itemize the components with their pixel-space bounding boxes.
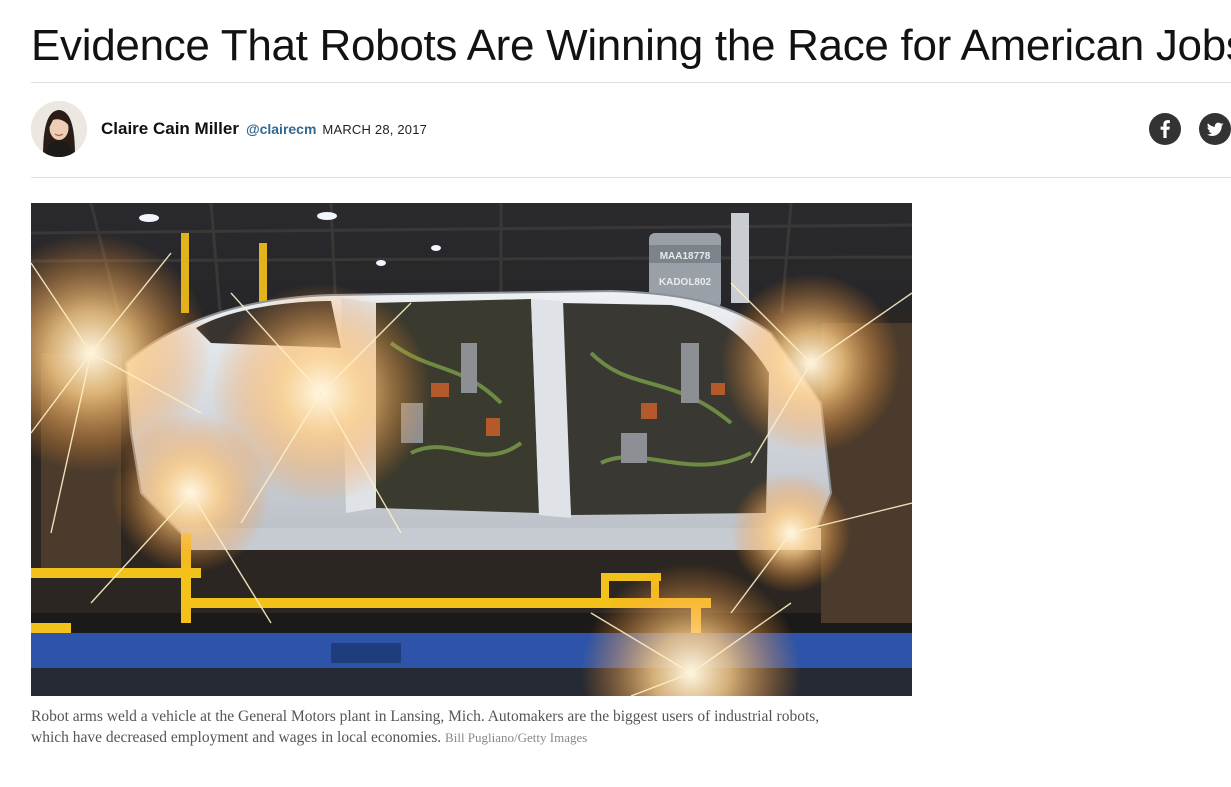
photo-credit: Bill Pugliano/Getty Images <box>445 730 588 745</box>
lead-photo[interactable]: MAA18778 KADOL802 <box>31 203 912 696</box>
byline-divider <box>31 177 1231 178</box>
publish-date: MARCH 28, 2017 <box>322 121 428 137</box>
twitter-icon <box>1206 122 1224 136</box>
twitter-share-button[interactable] <box>1199 113 1231 145</box>
byline: Claire Cain Miller @clairecm MARCH 28, 2… <box>31 100 1231 158</box>
tank-label-1: MAA18778 <box>660 251 711 262</box>
welding-robots-illustration: MAA18778 KADOL802 <box>31 203 912 696</box>
facebook-share-button[interactable] <box>1149 113 1181 145</box>
author-portrait <box>31 101 87 157</box>
author-name[interactable]: Claire Cain Miller <box>101 119 239 139</box>
photo-caption: Robot arms weld a vehicle at the General… <box>31 706 851 748</box>
facebook-icon <box>1160 120 1170 138</box>
share-tools <box>1149 113 1231 145</box>
tank-label-2: KADOL802 <box>659 277 712 288</box>
article-headline: Evidence That Robots Are Winning the Rac… <box>31 21 1231 70</box>
author-twitter-handle[interactable]: @clairecm <box>246 121 316 137</box>
header-divider <box>31 82 1231 83</box>
caption-text: Robot arms weld a vehicle at the General… <box>31 708 820 746</box>
author-avatar[interactable] <box>31 101 87 157</box>
